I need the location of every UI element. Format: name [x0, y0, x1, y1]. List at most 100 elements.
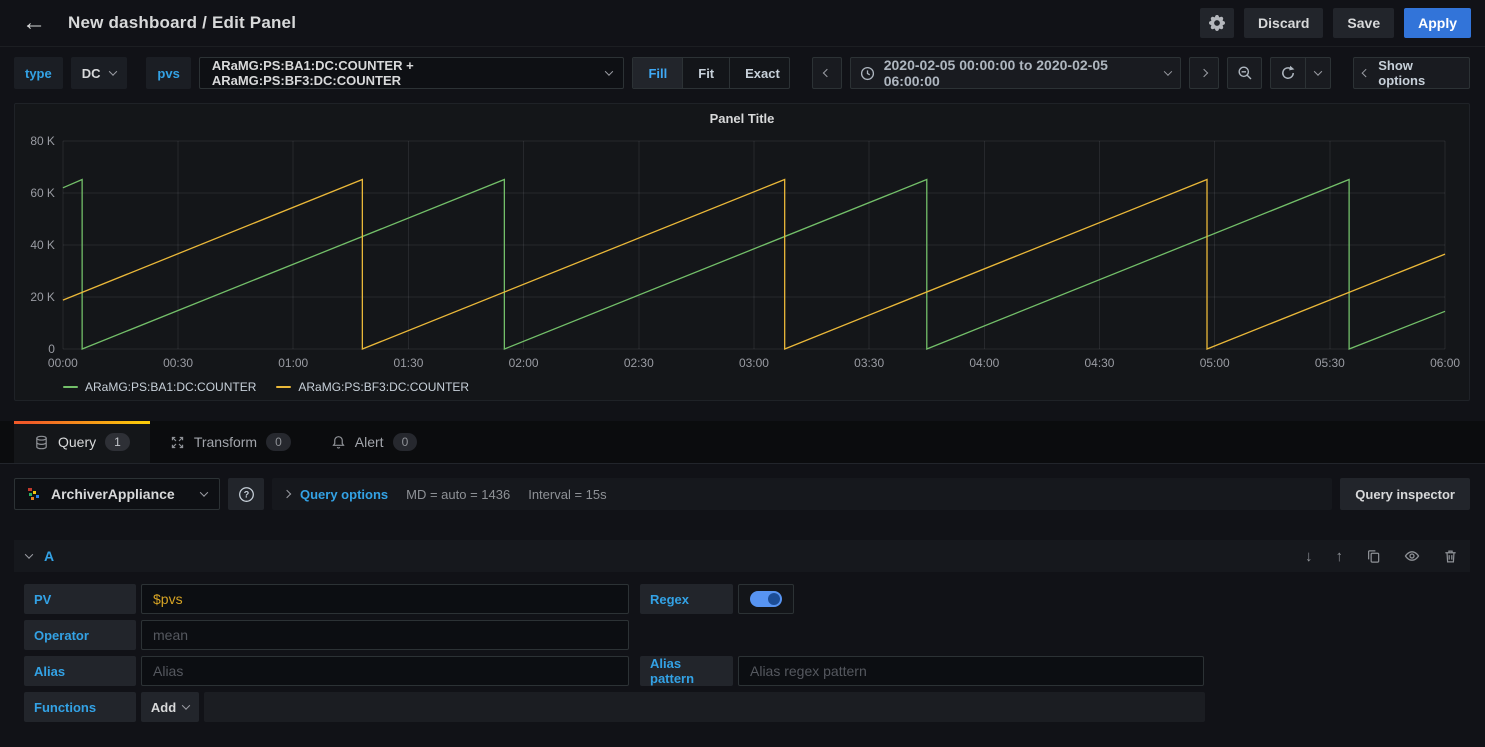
duplicate-query-icon[interactable] [1366, 549, 1381, 564]
panel-preview: Panel Title 020 K40 K60 K80 K00:0000:300… [14, 103, 1470, 401]
svg-text:04:00: 04:00 [969, 356, 999, 370]
svg-text:06:00: 06:00 [1430, 356, 1460, 370]
alias-pattern-input[interactable] [738, 656, 1204, 686]
time-range-picker[interactable]: 2020-02-05 00:00:00 to 2020-02-05 06:00:… [850, 57, 1181, 89]
svg-text:60 K: 60 K [30, 186, 55, 200]
header-actions: Discard Save Apply [1200, 8, 1471, 38]
time-series-chart[interactable]: 020 K40 K60 K80 K00:0000:3001:0001:3002:… [23, 133, 1461, 379]
add-function-label: Add [151, 700, 176, 715]
delete-query-trash-icon[interactable] [1443, 549, 1458, 564]
functions-list-area [204, 692, 1205, 722]
query-editor: A ↓ ↑ PV Regex Operator [14, 540, 1470, 722]
chevron-right-icon [283, 490, 291, 498]
add-function-button[interactable]: Add [141, 692, 199, 722]
chevron-left-icon [1362, 69, 1370, 77]
refresh-button[interactable] [1270, 57, 1305, 89]
show-options-button[interactable]: Show options [1353, 57, 1470, 89]
discard-button[interactable]: Discard [1244, 8, 1323, 38]
svg-text:04:30: 04:30 [1085, 356, 1115, 370]
legend-series-marker [63, 386, 78, 389]
datasource-select[interactable]: ArchiverAppliance [14, 478, 220, 510]
legend-item[interactable]: ARaMG:PS:BF3:DC:COUNTER [276, 380, 469, 394]
time-shift-forward-button[interactable] [1189, 57, 1219, 89]
svg-text:?: ? [243, 489, 249, 499]
archiver-appliance-logo [27, 487, 41, 501]
alias-label: Alias [24, 656, 136, 686]
pv-input[interactable] [141, 584, 629, 614]
tab-alert[interactable]: Alert 0 [311, 421, 437, 463]
type-select[interactable]: DC [71, 57, 127, 89]
move-query-up-icon[interactable]: ↑ [1336, 548, 1344, 565]
svg-text:0: 0 [48, 342, 55, 356]
transform-icon [170, 435, 185, 450]
help-icon: ? [238, 486, 255, 503]
tab-transform-badge: 0 [266, 433, 291, 451]
query-options-toggle[interactable]: Query options [284, 487, 388, 502]
bell-icon [331, 435, 346, 450]
svg-text:03:00: 03:00 [739, 356, 769, 370]
query-inspector-button[interactable]: Query inspector [1340, 478, 1470, 510]
panel-title[interactable]: Panel Title [23, 111, 1461, 133]
pvs-select[interactable]: ARaMG:PS:BA1:DC:COUNTER + ARaMG:PS:BF3:D… [199, 57, 625, 89]
svg-text:01:00: 01:00 [278, 356, 308, 370]
save-button[interactable]: Save [1333, 8, 1394, 38]
chevron-down-icon [200, 488, 208, 496]
tab-query-label: Query [58, 434, 96, 450]
chart-legend: ARaMG:PS:BA1:DC:COUNTER ARaMG:PS:BF3:DC:C… [23, 379, 1461, 396]
tab-query[interactable]: Query 1 [14, 421, 150, 463]
time-range-text: 2020-02-05 00:00:00 to 2020-02-05 06:00:… [884, 57, 1157, 89]
panel-toolbar: type DC pvs ARaMG:PS:BA1:DC:COUNTER + AR… [0, 47, 1485, 97]
operator-label: Operator [24, 620, 136, 650]
legend-item[interactable]: ARaMG:PS:BA1:DC:COUNTER [63, 380, 256, 394]
query-options-label: Query options [300, 487, 388, 502]
time-shift-back-button[interactable] [812, 57, 842, 89]
refresh-group [1270, 57, 1331, 89]
collapse-chevron-icon [25, 550, 33, 558]
legend-series-marker [276, 386, 291, 389]
move-query-down-icon[interactable]: ↓ [1305, 548, 1313, 565]
query-fields: PV Regex Operator Alias Alias pattern Fu… [14, 572, 1470, 722]
chevron-left-icon [822, 69, 830, 77]
top-header: ← New dashboard / Edit Panel Discard Sav… [0, 0, 1485, 47]
query-ref-id: A [44, 548, 54, 564]
legend-series-name: ARaMG:PS:BF3:DC:COUNTER [298, 380, 469, 394]
datasource-name: ArchiverAppliance [51, 486, 175, 502]
refresh-icon [1280, 65, 1296, 81]
size-mode-fit[interactable]: Fit [683, 58, 730, 88]
query-options-bar: Query options MD = auto = 1436 Interval … [272, 478, 1332, 510]
apply-button[interactable]: Apply [1404, 8, 1471, 38]
chevron-down-icon [1164, 67, 1172, 75]
disable-query-eye-icon[interactable] [1404, 548, 1420, 564]
size-mode-exact[interactable]: Exact [730, 58, 790, 88]
chevron-down-icon [1314, 67, 1322, 75]
gear-icon [1209, 15, 1225, 31]
datasource-help-button[interactable]: ? [228, 478, 264, 510]
alias-input[interactable] [141, 656, 629, 686]
svg-text:05:30: 05:30 [1315, 356, 1345, 370]
tab-transform-label: Transform [194, 434, 257, 450]
settings-button[interactable] [1200, 8, 1234, 38]
pvs-select-value: ARaMG:PS:BA1:DC:COUNTER + ARaMG:PS:BF3:D… [212, 58, 596, 88]
tab-query-badge: 1 [105, 433, 130, 451]
back-arrow-icon[interactable]: ← [14, 11, 54, 35]
regex-toggle[interactable] [738, 584, 794, 614]
refresh-interval-dropdown[interactable] [1305, 57, 1331, 89]
size-mode-fill[interactable]: Fill [633, 58, 683, 88]
zoom-out-icon [1237, 65, 1253, 81]
toggle-on-icon [750, 591, 782, 607]
regex-label: Regex [640, 584, 733, 614]
query-row-actions: ↓ ↑ [1305, 548, 1458, 565]
size-mode-group: Fill Fit Exact [632, 57, 789, 89]
pv-row: PV Regex [24, 584, 1470, 614]
legend-series-name: ARaMG:PS:BA1:DC:COUNTER [85, 380, 256, 394]
zoom-out-button[interactable] [1227, 57, 1262, 89]
functions-label: Functions [24, 692, 136, 722]
tab-transform[interactable]: Transform 0 [150, 421, 311, 463]
show-options-label: Show options [1378, 58, 1460, 88]
query-row-header[interactable]: A ↓ ↑ [14, 540, 1470, 572]
svg-text:05:00: 05:00 [1200, 356, 1230, 370]
editor-tabs: Query 1 Transform 0 Alert 0 [0, 421, 1485, 464]
operator-input[interactable] [141, 620, 629, 650]
svg-text:00:00: 00:00 [48, 356, 78, 370]
clock-icon [860, 66, 875, 81]
